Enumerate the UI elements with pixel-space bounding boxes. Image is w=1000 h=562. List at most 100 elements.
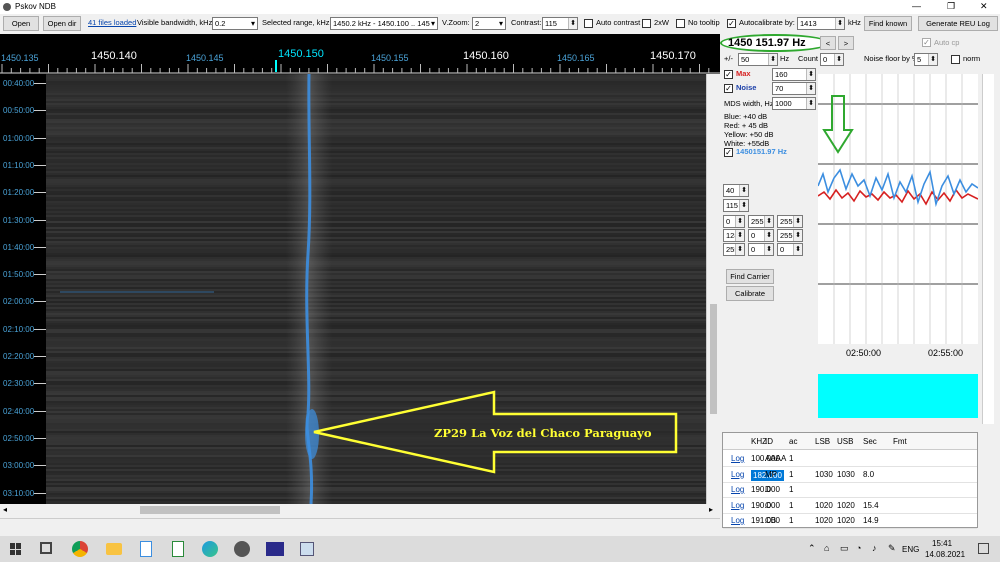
rgb-r2-c3[interactable]: 255	[777, 229, 803, 242]
grid-cell[interactable]: 1	[789, 454, 793, 463]
vzoom-select[interactable]: 2	[472, 17, 506, 30]
maximize-button[interactable]: ❐	[947, 1, 955, 12]
grid-cell[interactable]: O	[765, 501, 771, 510]
rgb-r3-c3[interactable]: 0	[777, 243, 803, 256]
waterfall-vertical-scrollbar[interactable]	[706, 74, 720, 514]
grid-log-link[interactable]: Log	[731, 454, 744, 463]
plusminus-input[interactable]: 50	[738, 53, 778, 66]
grid-cell[interactable]: 1020	[815, 501, 833, 510]
windows-start-icon[interactable]	[10, 543, 22, 555]
tray-chevron-icon[interactable]: ⌃	[808, 543, 816, 554]
find-known-button[interactable]: Find known	[864, 16, 912, 31]
visible-bw-select[interactable]: 0.2	[212, 17, 258, 30]
grid-cell[interactable]: 1030	[837, 470, 855, 479]
noise-checkbox[interactable]: ✓	[724, 84, 733, 93]
hscroll-thumb[interactable]	[140, 506, 280, 514]
grid-header-cell[interactable]: USB	[837, 437, 853, 446]
hdsdr-icon[interactable]	[266, 542, 284, 556]
grid-log-link[interactable]: Log	[731, 485, 744, 494]
scroll-right-icon[interactable]: ▸	[709, 505, 713, 514]
tray-volume-icon[interactable]: ♪	[872, 543, 877, 553]
task-view-icon[interactable]	[40, 542, 52, 554]
grid-cell[interactable]: 1020	[837, 501, 855, 510]
tray-pen-icon[interactable]: ✎	[888, 543, 896, 554]
noise-input[interactable]: 70	[772, 82, 816, 95]
close-button[interactable]: ✕	[980, 1, 988, 12]
noise-floor-input[interactable]: 5	[914, 53, 938, 66]
autocalibrate-checkbox[interactable]: ✓	[727, 19, 736, 28]
val-40-input[interactable]: 40	[723, 184, 749, 197]
generate-log-button[interactable]: Generate REU Log	[918, 16, 998, 31]
find-carrier-button[interactable]: Find Carrier	[726, 269, 774, 284]
grid-cell[interactable]: 14.9	[863, 516, 879, 525]
edge-icon[interactable]	[202, 541, 218, 557]
grid-header-cell[interactable]: Sec	[863, 437, 877, 446]
rgb-r1-c2[interactable]: 255	[748, 215, 774, 228]
grid-cell[interactable]: 1	[789, 501, 793, 510]
no-tooltip-checkbox[interactable]	[676, 19, 685, 28]
grid-cell[interactable]: 1	[789, 516, 793, 525]
pskov-app-icon[interactable]	[234, 541, 250, 557]
screenshot-tool-icon[interactable]	[300, 542, 314, 556]
grid-cell[interactable]: 1	[789, 485, 793, 494]
scroll-left-icon[interactable]: ◂	[3, 505, 7, 514]
grid-cell[interactable]: AAAA	[765, 454, 786, 463]
rgb-r1-c3[interactable]: 255	[777, 215, 803, 228]
notifications-icon[interactable]	[978, 543, 989, 554]
rgb-r1-c1[interactable]: 0	[723, 215, 745, 228]
files-loaded-link[interactable]: 41 files loaded	[88, 18, 136, 28]
file-explorer-icon[interactable]	[106, 543, 122, 555]
tray-wifi-icon[interactable]: ◔	[856, 543, 861, 553]
grid-header-cell[interactable]: ac	[789, 437, 797, 446]
rgb-r3-c1[interactable]: 255	[723, 243, 745, 256]
nav-next-button[interactable]: >	[838, 36, 854, 50]
vscroll-thumb[interactable]	[710, 304, 717, 414]
open-button[interactable]: Open	[3, 16, 39, 31]
auto-checkbox[interactable]: ✓	[922, 38, 931, 47]
plot-scrollbar[interactable]	[982, 74, 994, 424]
rgb-r2-c2[interactable]: 0	[748, 229, 774, 242]
grid-cell[interactable]: 1020	[837, 516, 855, 525]
waterfall-spectrogram[interactable]: ZP29 La Voz del Chaco Paraguayo	[46, 74, 706, 504]
mds-input[interactable]: 1000	[772, 97, 816, 110]
val-115-input[interactable]: 115	[723, 199, 749, 212]
notepad-icon[interactable]	[140, 541, 152, 557]
rgb-r2-c1[interactable]: 128	[723, 229, 745, 242]
tray-network-icon[interactable]: ⌂	[824, 543, 829, 553]
grid-header-cell[interactable]: LSB	[815, 437, 830, 446]
tray-battery-icon[interactable]: ▭	[840, 543, 849, 554]
count-input[interactable]: 0	[820, 53, 844, 66]
waterfall-horizontal-scrollbar[interactable]: ◂ ▸	[0, 504, 720, 516]
calibrate-button[interactable]: Calibrate	[726, 286, 774, 301]
chrome-icon[interactable]	[72, 541, 88, 557]
grid-log-link[interactable]: Log	[731, 470, 744, 479]
autocalibrate-input[interactable]: 1413	[797, 17, 845, 30]
selected-range-select[interactable]: 1450.2 kHz - 1450.100 .. 145	[330, 17, 438, 30]
max-input[interactable]: 160	[772, 68, 816, 81]
clock-time[interactable]: 15:41	[932, 539, 952, 548]
2xw-checkbox[interactable]	[642, 19, 651, 28]
grid-cell[interactable]: 1020	[815, 516, 833, 525]
norm-checkbox[interactable]	[951, 55, 960, 64]
auto-contrast-checkbox[interactable]	[584, 19, 593, 28]
clock-date[interactable]: 14.08.2021	[925, 550, 965, 559]
grid-cell[interactable]: D	[765, 485, 771, 494]
grid-log-link[interactable]: Log	[731, 501, 744, 510]
freq-checkbox[interactable]: ✓	[724, 148, 733, 157]
grid-header-cell[interactable]: ID	[765, 437, 773, 446]
grid-header-cell[interactable]: Fmt	[893, 437, 907, 446]
spreadsheet-icon[interactable]	[172, 541, 184, 557]
contrast-input[interactable]: 115	[542, 17, 578, 30]
minimize-button[interactable]: —	[912, 1, 921, 11]
rgb-r3-c2[interactable]: 0	[748, 243, 774, 256]
grid-cell[interactable]: 1030	[815, 470, 833, 479]
open-dir-button[interactable]: Open dir	[43, 16, 81, 31]
grid-cell[interactable]: 1	[789, 470, 793, 479]
nav-prev-button[interactable]: <	[820, 36, 836, 50]
language-indicator[interactable]: ENG	[902, 545, 919, 554]
grid-log-link[interactable]: Log	[731, 516, 744, 525]
grid-cell[interactable]: 15.4	[863, 501, 879, 510]
max-checkbox[interactable]: ✓	[724, 70, 733, 79]
grid-cell[interactable]: 8.0	[863, 470, 874, 479]
grid-cell[interactable]: MP	[765, 470, 777, 479]
